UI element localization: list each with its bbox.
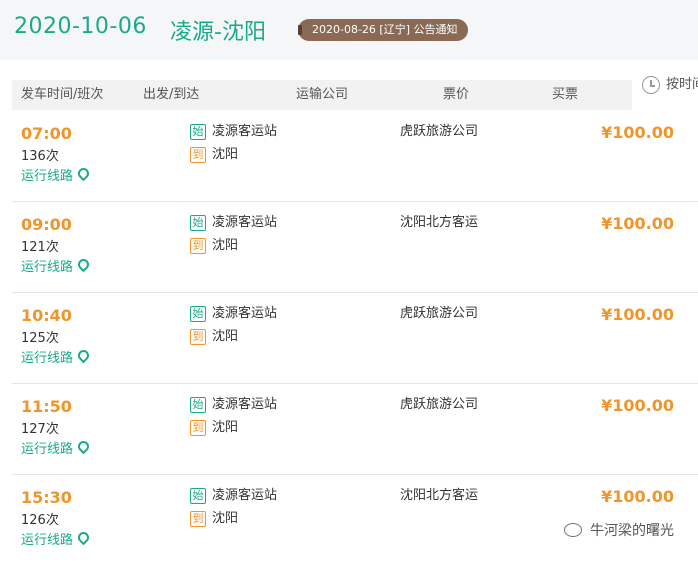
watermark-text: 牛河梁的曙光 xyxy=(590,523,674,539)
travel-date: 2020-10-06 xyxy=(14,14,147,39)
notice-badge[interactable]: 2020-08-26 [辽宁] 公告通知 xyxy=(298,19,468,41)
sort-by-time[interactable]: 按时间 xyxy=(642,76,698,100)
departure-time: 07:00 xyxy=(21,124,72,143)
route-link[interactable]: 运行线路 xyxy=(21,438,92,457)
trip-number: 125次 xyxy=(21,331,59,346)
departure-station: 凌源客运站 xyxy=(212,124,278,139)
top-bar: 2020-10-06 凌源-沈阳 2020-08-26 [辽宁] 公告通知 xyxy=(0,0,698,60)
header-company: 运输公司 xyxy=(296,87,349,102)
location-pin-icon xyxy=(75,256,92,273)
departure-time: 10:40 xyxy=(21,306,72,325)
departure-time: 09:00 xyxy=(21,215,72,234)
transport-company: 沈阳北方客运 xyxy=(400,215,479,230)
route-link[interactable]: 运行线路 xyxy=(21,529,92,548)
end-tag: 到 xyxy=(190,420,206,436)
departure-station: 凌源客运站 xyxy=(212,488,278,503)
departure-station: 凌源客运站 xyxy=(212,397,278,412)
transport-company: 沈阳北方客运 xyxy=(400,488,479,503)
ticket-price: ¥100.00 xyxy=(601,123,674,142)
trip-row: 07:00 136次 运行线路 始 凌源客运站 到 沈阳 虎跃旅游公司 ¥100… xyxy=(12,111,698,202)
departure-station: 凌源客运站 xyxy=(212,306,278,321)
departure-time: 15:30 xyxy=(21,488,72,507)
location-pin-icon xyxy=(75,347,92,364)
end-tag: 到 xyxy=(190,511,206,527)
arrival-station: 沈阳 xyxy=(212,329,239,344)
sort-label: 按时间 xyxy=(666,77,698,92)
header-buy: 买票 xyxy=(552,87,579,102)
route-title: 凌源-沈阳 xyxy=(170,20,266,45)
arrival-station: 沈阳 xyxy=(212,511,239,526)
clock-icon xyxy=(642,76,660,94)
wechat-icon xyxy=(564,523,582,537)
route-link[interactable]: 运行线路 xyxy=(21,256,92,275)
trip-number: 126次 xyxy=(21,513,59,528)
location-pin-icon xyxy=(75,438,92,455)
trip-number: 121次 xyxy=(21,240,59,255)
header-time: 发车时间/班次 xyxy=(21,87,104,102)
end-tag: 到 xyxy=(190,147,206,163)
arrival-station: 沈阳 xyxy=(212,420,239,435)
route-link[interactable]: 运行线路 xyxy=(21,165,92,184)
end-tag: 到 xyxy=(190,329,206,345)
end-tag: 到 xyxy=(190,238,206,254)
trip-number: 136次 xyxy=(21,149,59,164)
start-tag: 始 xyxy=(190,124,206,140)
route-link[interactable]: 运行线路 xyxy=(21,347,92,366)
trip-row: 10:40 125次 运行线路 始 凌源客运站 到 沈阳 虎跃旅游公司 ¥100… xyxy=(12,293,698,384)
transport-company: 虎跃旅游公司 xyxy=(400,124,479,139)
ticket-price: ¥100.00 xyxy=(601,487,674,506)
watermark: 牛河梁的曙光 xyxy=(564,520,674,540)
arrival-station: 沈阳 xyxy=(212,238,239,253)
transport-company: 虎跃旅游公司 xyxy=(400,306,479,321)
arrival-station: 沈阳 xyxy=(212,147,239,162)
location-pin-icon xyxy=(75,165,92,182)
departure-time: 11:50 xyxy=(21,397,72,416)
table-header: 发车时间/班次 出发/到达 运输公司 票价 买票 xyxy=(12,80,632,110)
header-price: 票价 xyxy=(443,87,470,102)
trip-number: 127次 xyxy=(21,422,59,437)
start-tag: 始 xyxy=(190,215,206,231)
trip-row: 09:00 121次 运行线路 始 凌源客运站 到 沈阳 沈阳北方客运 ¥100… xyxy=(12,202,698,293)
ticket-price: ¥100.00 xyxy=(601,305,674,324)
start-tag: 始 xyxy=(190,306,206,322)
departure-station: 凌源客运站 xyxy=(212,215,278,230)
location-pin-icon xyxy=(75,529,92,546)
trip-row: 11:50 127次 运行线路 始 凌源客运站 到 沈阳 虎跃旅游公司 ¥100… xyxy=(12,384,698,475)
transport-company: 虎跃旅游公司 xyxy=(400,397,479,412)
start-tag: 始 xyxy=(190,488,206,504)
ticket-price: ¥100.00 xyxy=(601,396,674,415)
start-tag: 始 xyxy=(190,397,206,413)
header-route: 出发/到达 xyxy=(143,87,200,102)
ticket-price: ¥100.00 xyxy=(601,214,674,233)
